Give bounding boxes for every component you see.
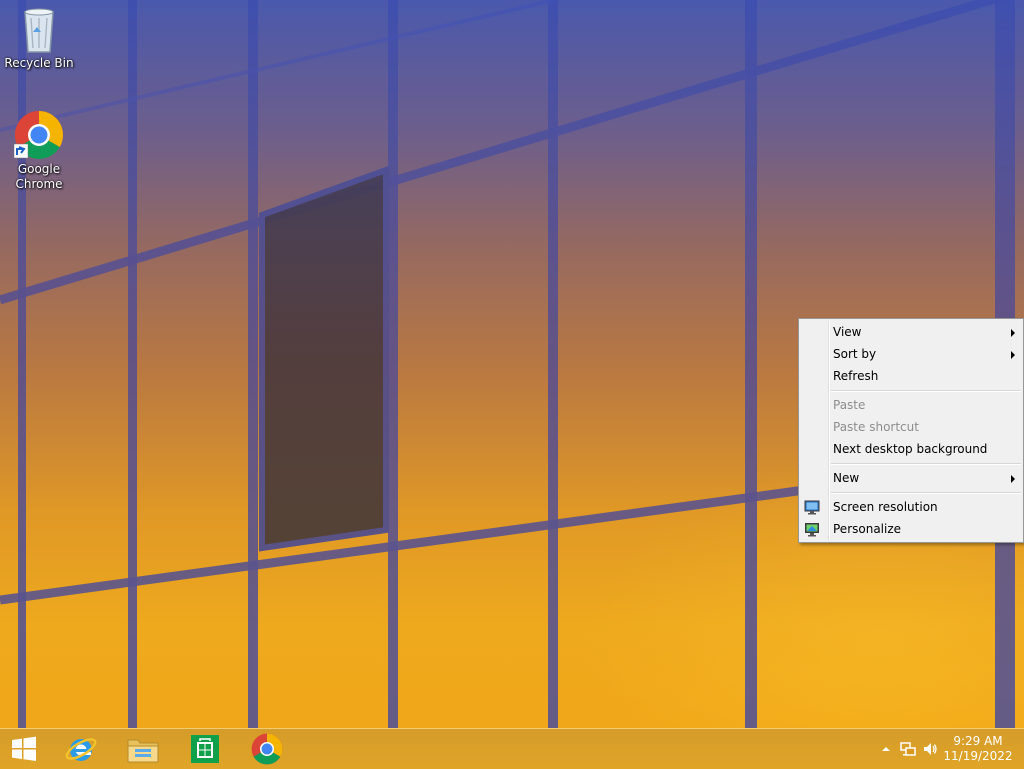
menu-item-label: Screen resolution (833, 500, 938, 514)
taskbar: 9:29 AM 11/19/2022 (0, 728, 1024, 769)
clock-time: 9:29 AM (953, 734, 1003, 748)
internet-explorer-icon (65, 738, 97, 761)
menu-item-sort-by[interactable]: Sort by (799, 343, 1023, 365)
menu-item-label: Paste shortcut (833, 420, 919, 434)
taskbar-internet-explorer[interactable] (54, 729, 108, 769)
menu-item-label: New (833, 471, 860, 485)
taskbar-chrome[interactable] (240, 729, 294, 769)
menu-item-personalize[interactable]: Personalize (799, 518, 1023, 540)
system-tray: 9:29 AM 11/19/2022 (864, 729, 1024, 769)
chrome-icon (14, 110, 64, 160)
menu-item-refresh[interactable]: Refresh (799, 365, 1023, 387)
menu-item-next-desktop-background[interactable]: Next desktop background (799, 438, 1023, 460)
menu-item-paste: Paste (799, 394, 1023, 416)
menu-item-label: Refresh (833, 369, 879, 383)
chrome-label-line1: Google (17, 162, 61, 176)
start-button[interactable] (0, 729, 48, 769)
clock-date: 11/19/2022 (943, 749, 1013, 763)
taskbar-windows-store[interactable] (178, 729, 232, 769)
chrome-desktop-icon[interactable]: Google Chrome (1, 110, 77, 192)
recycle-bin-icon (24, 8, 54, 53)
menu-separator (799, 387, 1023, 394)
menu-item-label: View (833, 325, 862, 339)
chrome-label-line2: Chrome (15, 177, 63, 191)
personalize-icon (805, 523, 819, 537)
menu-item-view[interactable]: View (799, 321, 1023, 343)
menu-item-screen-resolution[interactable]: Screen resolution (799, 496, 1023, 518)
menu-item-label: Sort by (833, 347, 877, 361)
menu-item-label: Personalize (833, 522, 902, 536)
monitor-icon (804, 500, 820, 515)
taskbar-clock[interactable]: 9:29 AM 11/19/2022 (942, 734, 1014, 764)
menu-item-new[interactable]: New (799, 467, 1023, 489)
submenu-arrow-icon (1011, 475, 1015, 483)
file-explorer-icon (127, 739, 159, 763)
menu-separator (799, 460, 1023, 467)
submenu-arrow-icon (1011, 351, 1015, 359)
desktop-context-menu: View Sort by Refresh Paste Paste shortcu… (798, 318, 1024, 543)
chrome-icon (251, 733, 283, 765)
menu-separator (799, 489, 1023, 496)
menu-item-paste-shortcut: Paste shortcut (799, 416, 1023, 438)
windows-store-icon (191, 735, 219, 763)
show-hidden-icons-chevron[interactable] (878, 741, 894, 757)
menu-item-label: Next desktop background (833, 442, 988, 456)
desktop[interactable]: Recycle Bin Google Chrome View Sort by R… (0, 0, 1024, 728)
recycle-bin-label: Recycle Bin (4, 56, 74, 70)
recycle-bin-desktop-icon[interactable]: Recycle Bin (1, 6, 77, 71)
volume-icon[interactable] (922, 741, 938, 757)
menu-item-label: Paste (833, 398, 866, 412)
taskbar-file-explorer[interactable] (116, 729, 170, 769)
windows-start-icon (12, 736, 36, 761)
network-icon[interactable] (900, 741, 916, 757)
submenu-arrow-icon (1011, 329, 1015, 337)
